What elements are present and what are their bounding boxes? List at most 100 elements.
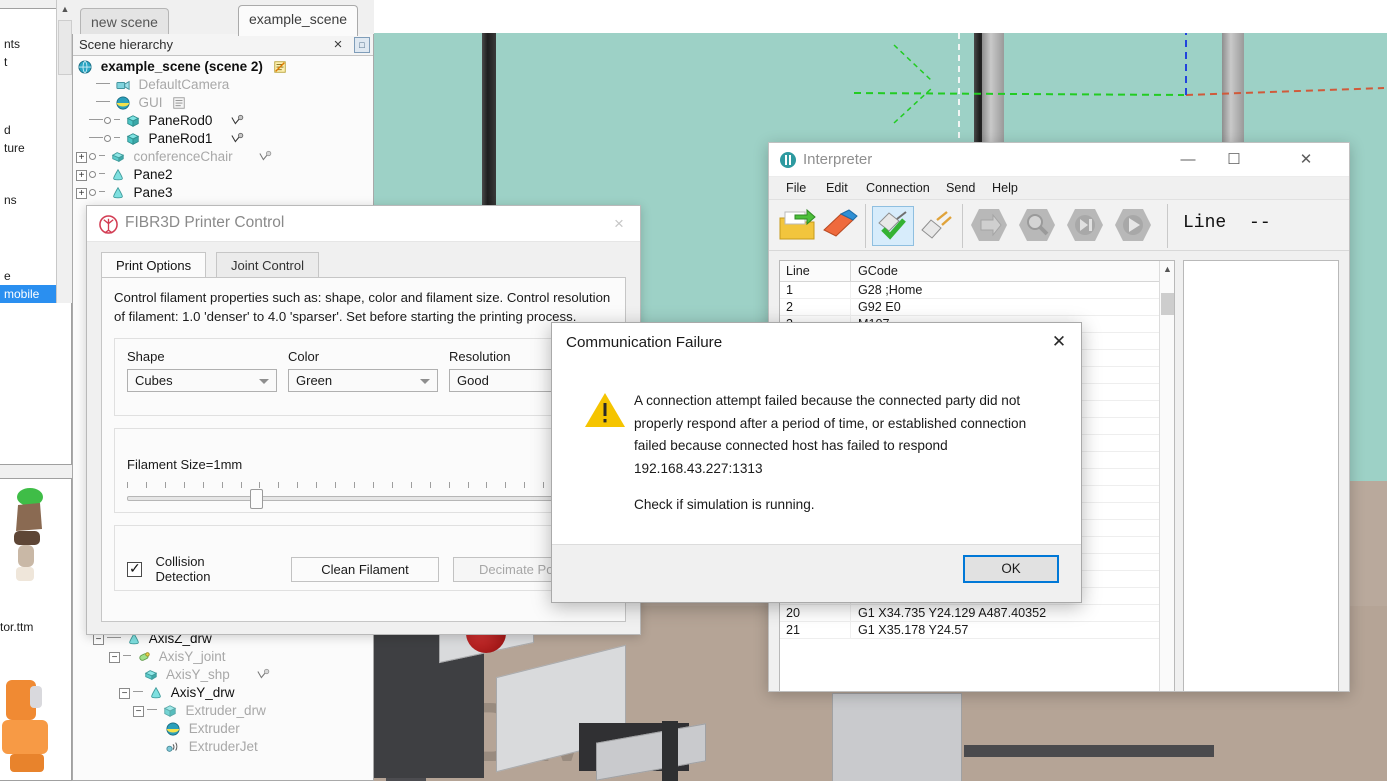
slider-thumb[interactable] — [250, 489, 264, 509]
disconnect-plug-icon — [921, 211, 952, 239]
slider-tick — [543, 482, 545, 488]
gcode-row[interactable]: 21 G1 X35.178 Y24.57 — [780, 622, 1174, 639]
application-root: FDM nts t d ture ns e mobile — [0, 0, 1387, 781]
collapse-icon[interactable]: − — [119, 687, 130, 699]
interpreter-title-bar[interactable]: Interpreter — ☐ ✕ — [769, 143, 1349, 177]
tree-node-panerod1[interactable]: PaneRod1 — [75, 130, 373, 148]
tree-connector — [147, 709, 157, 711]
cone-icon — [112, 169, 123, 181]
close-icon[interactable]: × — [608, 213, 630, 235]
tab-example-scene[interactable]: example_scene — [238, 5, 359, 36]
expand-icon[interactable]: + — [76, 169, 87, 181]
ok-button[interactable]: OK — [963, 555, 1059, 583]
gcode-row[interactable]: 20 G1 X34.735 Y24.129 A487.40352 — [780, 605, 1174, 622]
model-browser-thumbnails[interactable]: tor.ttm — [0, 478, 72, 781]
script-icon[interactable] — [272, 60, 288, 74]
slider-tick — [429, 482, 431, 488]
gcode-row-code: G28 ;Home — [858, 283, 923, 297]
menu-connection[interactable]: Connection — [861, 179, 935, 197]
eraser-icon — [823, 209, 858, 237]
clean-filament-button[interactable]: Clean Filament — [291, 556, 439, 582]
collision-detection-checkbox[interactable] — [127, 560, 142, 577]
collapse-icon[interactable]: − — [133, 705, 144, 717]
tab-new-scene[interactable]: new scene — [80, 8, 169, 36]
print-options-page: Control filament properties such as: sha… — [101, 277, 626, 622]
menu-help[interactable]: Help — [987, 179, 1023, 197]
close-icon[interactable]: × — [329, 36, 347, 54]
tree-node-pane2[interactable]: + Pane2 — [75, 166, 373, 184]
scroll-up-icon[interactable]: ▲ — [1160, 261, 1174, 277]
graph-icon[interactable] — [256, 668, 272, 682]
interpreter-toolbar: Line -- — [769, 199, 1349, 251]
toolbar-separator — [1167, 204, 1168, 248]
tree-dot-icon[interactable] — [89, 170, 96, 178]
tree-dot-icon[interactable] — [89, 152, 96, 160]
gcode-row-code: G92 E0 — [858, 300, 901, 314]
maximize-button[interactable]: ☐ — [1211, 143, 1257, 176]
model-browser-scrollbar[interactable]: ▲ — [56, 0, 72, 303]
interpreter-title: Interpreter — [803, 151, 873, 168]
tree-node-panerod0[interactable]: PaneRod0 — [75, 112, 373, 130]
menu-send[interactable]: Send — [941, 179, 980, 197]
tree-node-label: PaneRod1 — [148, 131, 213, 146]
scrollbar-thumb[interactable] — [58, 20, 72, 75]
menu-edit[interactable]: Edit — [821, 179, 853, 197]
tree-dot-icon[interactable] — [89, 188, 96, 196]
disconnect-button[interactable] — [917, 206, 959, 246]
graph-icon[interactable] — [258, 150, 274, 164]
tree-node-extruder[interactable]: Extruder — [75, 720, 373, 738]
close-button[interactable]: ✕ — [1283, 143, 1329, 176]
gcode-row[interactable]: 1 G28 ;Home — [780, 282, 1174, 299]
open-file-button[interactable] — [777, 206, 819, 246]
line-readout-label: Line — [1183, 213, 1227, 233]
interpreter-output-panel[interactable] — [1183, 260, 1339, 691]
scrollbar-thumb[interactable] — [1161, 293, 1174, 315]
filament-properties-group: Shape Cubes Color Green Resolution Good — [114, 338, 613, 416]
tree-dot-icon[interactable] — [104, 116, 111, 124]
shape-select[interactable]: Cubes — [127, 369, 277, 392]
minimize-button[interactable]: — — [1165, 143, 1211, 176]
printer-side-cabinet — [832, 693, 962, 781]
script-icon[interactable] — [171, 96, 187, 110]
fibr3d-title-bar: FIBR3D Printer Control × — [87, 206, 640, 242]
tree-node-conferencechair[interactable]: + conferenceChair — [75, 148, 373, 166]
menu-file[interactable]: File — [781, 179, 811, 197]
graph-icon[interactable] — [230, 114, 246, 128]
interpreter-menubar: File Edit Connection Send Help — [769, 177, 1349, 199]
tree-node-axisy-drw[interactable]: − AxisY_drw — [75, 684, 373, 702]
tree-node-axisy-joint[interactable]: − AxisY_joint — [75, 648, 373, 666]
gcode-row-line: 20 — [786, 606, 801, 620]
gcode-row[interactable]: 2 G92 E0 — [780, 299, 1174, 316]
tree-node-defaultcamera[interactable]: DefaultCamera — [75, 76, 373, 94]
color-select[interactable]: Green — [288, 369, 438, 392]
tree-node-label: Pane2 — [133, 167, 173, 182]
column-divider — [850, 299, 851, 316]
close-icon[interactable]: ✕ — [1047, 331, 1071, 355]
tree-node-extruderjet[interactable]: ExtruderJet — [75, 738, 373, 756]
tab-print-options[interactable]: Print Options — [101, 252, 207, 278]
gcode-vertical-scrollbar[interactable]: ▲ ▼ — [1159, 261, 1174, 691]
scroll-up-icon[interactable]: ▲ — [59, 2, 71, 16]
connect-button[interactable] — [872, 206, 914, 246]
open-file-icon — [779, 208, 816, 240]
tree-node-pane3[interactable]: + Pane3 — [75, 184, 373, 202]
filament-size-slider[interactable] — [127, 489, 600, 509]
tree-node-gui[interactable]: GUI — [75, 94, 373, 112]
collapse-icon[interactable]: − — [93, 633, 104, 645]
clear-button[interactable] — [819, 206, 861, 246]
tab-joint-control[interactable]: Joint Control — [216, 252, 319, 278]
gcode-row-line: 21 — [786, 623, 801, 637]
tree-node-root[interactable]: example_scene (scene 2) — [75, 58, 373, 76]
column-divider — [850, 261, 851, 282]
expand-icon[interactable]: + — [76, 187, 87, 199]
graph-icon[interactable] — [230, 132, 246, 146]
expand-icon[interactable]: + — [76, 151, 87, 163]
tree-node-extruder-drw[interactable]: − Extruder_drw — [75, 702, 373, 720]
tree-node-axisy-shp[interactable]: AxisY_shp — [75, 666, 373, 684]
dock-icon[interactable]: □ — [354, 37, 370, 53]
tree-dot-icon[interactable] — [104, 134, 111, 142]
collapse-icon[interactable]: − — [109, 651, 120, 663]
actions-row: Collision Detection Clean Filament Decim… — [127, 554, 600, 584]
world-icon — [78, 60, 92, 74]
sphere-icon — [116, 96, 130, 110]
